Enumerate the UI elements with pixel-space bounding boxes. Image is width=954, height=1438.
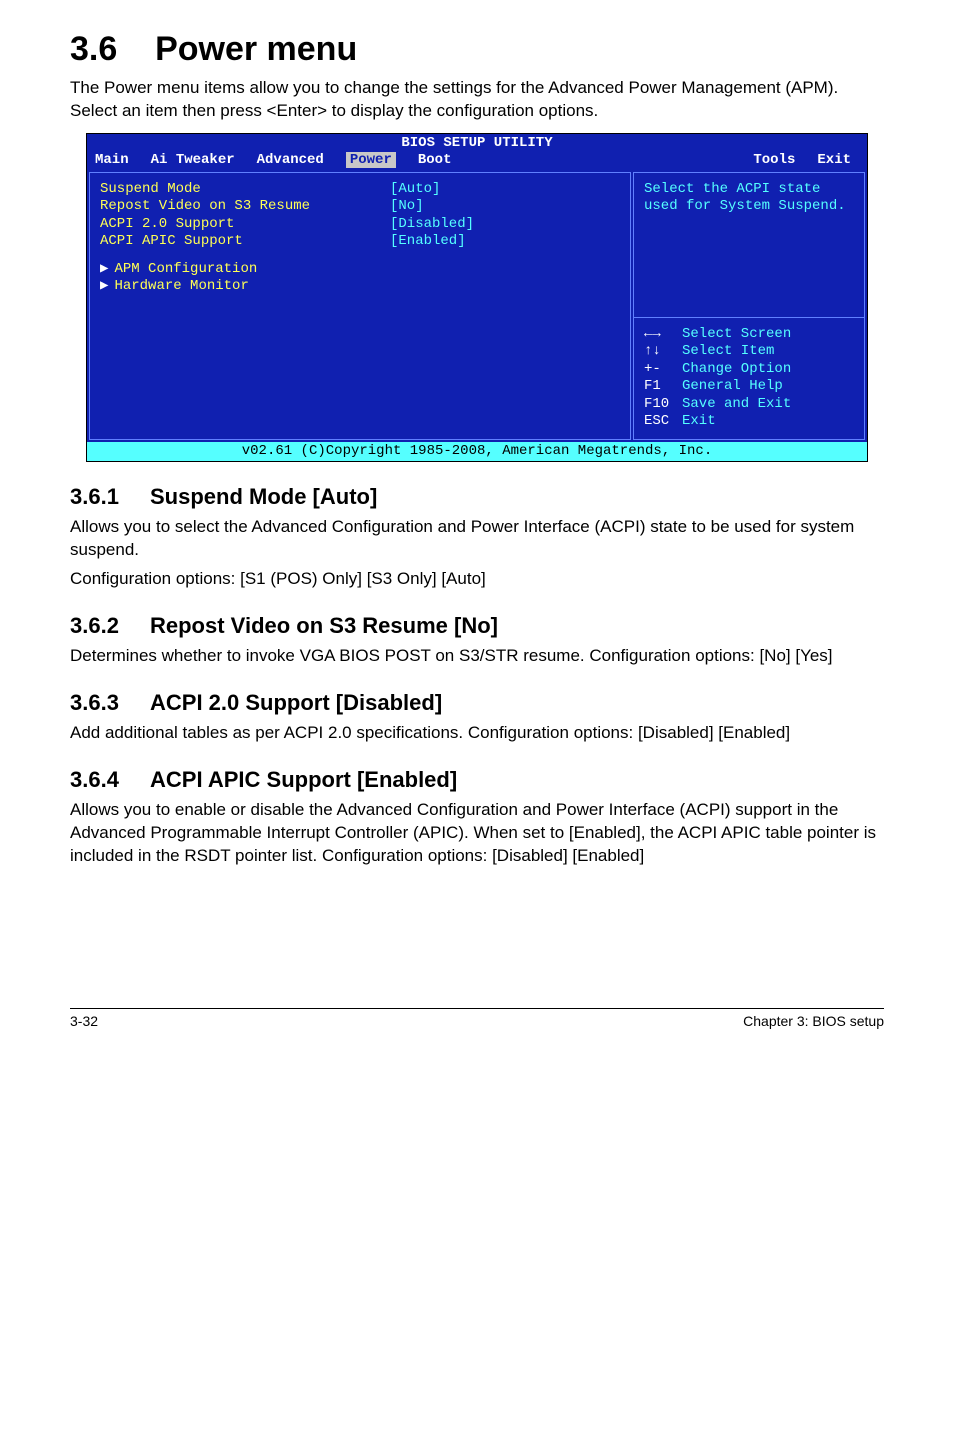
page-footer: 3-32 Chapter 3: BIOS setup [70, 1008, 884, 1029]
bios-row-repost[interactable]: Repost Video on S3 Resume[No] [100, 198, 620, 216]
key-glyph: F10 [644, 396, 682, 414]
bios-keys: ←→Select Screen ↑↓Select Item +-Change O… [634, 317, 864, 439]
subsection-362: 3.6.2Repost Video on S3 Resume [No] [70, 613, 884, 639]
intro-text: The Power menu items allow you to change… [70, 77, 884, 123]
triangle-icon: ▶ [100, 278, 114, 296]
bios-help-text: Select the ACPI state used for System Su… [634, 173, 864, 317]
key-row: F1General Help [644, 378, 854, 396]
key-glyph: ESC [644, 413, 682, 431]
row-value: [Disabled] [390, 216, 474, 234]
menu-boot[interactable]: Boot [418, 152, 474, 170]
bios-header: BIOS SETUP UTILITY [87, 134, 867, 153]
subsection-num: 3.6.3 [70, 690, 150, 716]
menu-tools[interactable]: Tools [753, 152, 817, 170]
row-label: Suspend Mode [100, 181, 390, 199]
key-desc: Save and Exit [682, 396, 791, 412]
row-label: ACPI 2.0 Support [100, 216, 390, 234]
bios-submenu-apm[interactable]: ▶APM Configuration [100, 261, 620, 279]
key-glyph: +- [644, 361, 682, 379]
subsection-364: 3.6.4ACPI APIC Support [Enabled] [70, 767, 884, 793]
subsection-num: 3.6.2 [70, 613, 150, 639]
bios-menubar: Main Ai Tweaker Advanced Power Boot Tool… [87, 152, 867, 172]
menu-advanced[interactable]: Advanced [257, 152, 346, 170]
key-row: F10Save and Exit [644, 396, 854, 414]
body-text: Allows you to select the Advanced Config… [70, 516, 884, 562]
section-name: Power menu [155, 30, 357, 68]
bios-left-pane: Suspend Mode[Auto] Repost Video on S3 Re… [89, 172, 631, 440]
row-value: [Enabled] [390, 233, 466, 251]
key-desc: Select Screen [682, 326, 791, 342]
menu-power[interactable]: Power [346, 152, 418, 170]
key-glyph: ↑↓ [644, 343, 682, 361]
row-value: [Auto] [390, 181, 440, 199]
menu-main[interactable]: Main [95, 152, 151, 170]
menu-aitweaker[interactable]: Ai Tweaker [151, 152, 257, 170]
key-row: ←→Select Screen [644, 326, 854, 344]
key-desc: Exit [682, 413, 716, 429]
key-desc: General Help [682, 378, 783, 394]
bios-submenu-hwmon[interactable]: ▶Hardware Monitor [100, 278, 620, 296]
body-text: Configuration options: [S1 (POS) Only] [… [70, 568, 884, 591]
chapter-label: Chapter 3: BIOS setup [743, 1013, 884, 1029]
subsection-num: 3.6.1 [70, 484, 150, 510]
row-value: [No] [390, 198, 424, 216]
subsection-363: 3.6.3ACPI 2.0 Support [Disabled] [70, 690, 884, 716]
section-number: 3.6 [70, 30, 117, 68]
key-row: ↑↓Select Item [644, 343, 854, 361]
key-row: +-Change Option [644, 361, 854, 379]
key-row: ESCExit [644, 413, 854, 431]
row-label: Repost Video on S3 Resume [100, 198, 390, 216]
triangle-icon: ▶ [100, 261, 114, 279]
submenu-label: Hardware Monitor [114, 278, 248, 296]
section-title: 3.6 Power menu [70, 30, 884, 69]
bios-row-acpiapic[interactable]: ACPI APIC Support[Enabled] [100, 233, 620, 251]
subsection-title: Repost Video on S3 Resume [No] [150, 613, 498, 638]
key-glyph: ←→ [644, 326, 682, 344]
key-desc: Select Item [682, 343, 774, 359]
row-label: ACPI APIC Support [100, 233, 390, 251]
menu-power-selected: Power [346, 152, 396, 168]
bios-row-acpi20[interactable]: ACPI 2.0 Support[Disabled] [100, 216, 620, 234]
page-number: 3-32 [70, 1013, 98, 1029]
body-text: Add additional tables as per ACPI 2.0 sp… [70, 722, 884, 745]
body-text: Determines whether to invoke VGA BIOS PO… [70, 645, 884, 668]
key-desc: Change Option [682, 361, 791, 377]
key-glyph: F1 [644, 378, 682, 396]
bios-right-pane: Select the ACPI state used for System Su… [633, 172, 865, 440]
submenu-label: APM Configuration [114, 261, 257, 279]
subsection-title: ACPI APIC Support [Enabled] [150, 767, 457, 792]
bios-screenshot: BIOS SETUP UTILITY Main Ai Tweaker Advan… [86, 133, 868, 463]
subsection-num: 3.6.4 [70, 767, 150, 793]
bios-footer: v02.61 (C)Copyright 1985-2008, American … [87, 442, 867, 462]
subsection-title: ACPI 2.0 Support [Disabled] [150, 690, 442, 715]
menu-exit[interactable]: Exit [817, 152, 859, 170]
subsection-361: 3.6.1Suspend Mode [Auto] [70, 484, 884, 510]
bios-row-suspend[interactable]: Suspend Mode[Auto] [100, 181, 620, 199]
body-text: Allows you to enable or disable the Adva… [70, 799, 884, 868]
subsection-title: Suspend Mode [Auto] [150, 484, 377, 509]
